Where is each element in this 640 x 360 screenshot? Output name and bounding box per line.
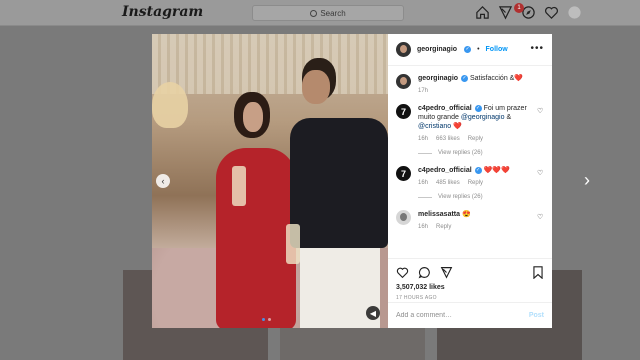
post-actions: 3,507,032 likes 17 HOURS AGO (388, 258, 552, 301)
avatar[interactable] (396, 74, 411, 89)
list-item: 7 c4pedro_official ✓ Foi um prazer muito… (396, 104, 544, 144)
like-icon[interactable] (396, 266, 409, 279)
view-replies-link[interactable]: View replies (26) (418, 150, 544, 156)
comment-username[interactable]: georginagio (418, 75, 458, 82)
heart-emoji: ❤️ (453, 123, 462, 130)
verified-icon: ✓ (474, 104, 482, 112)
comment-time: 16h (418, 224, 429, 230)
avatar[interactable]: 7 (396, 104, 411, 119)
carousel-dots (262, 318, 271, 321)
comment-text: ❤️❤️❤️ (483, 167, 510, 174)
mention-link[interactable]: @cristiano (418, 123, 451, 130)
verified-icon: ✓ (464, 46, 472, 53)
comment-username[interactable]: melissasatta (418, 211, 460, 218)
photo-lamp (152, 82, 188, 128)
mention-link[interactable]: @georginagio (461, 114, 505, 121)
heart-emoji: ❤️ (514, 75, 524, 82)
comment-input[interactable] (396, 312, 529, 319)
more-icon[interactable]: ••• (530, 44, 544, 54)
carousel-dot (262, 318, 265, 321)
carousel-dot (268, 318, 271, 321)
comment-time: 17h (418, 88, 429, 94)
add-comment-bar: Post (388, 302, 552, 328)
direct-icon[interactable] (498, 5, 513, 20)
comment-username[interactable]: c4pedro_official (418, 167, 472, 174)
comment-text: Satisfacción & (469, 75, 515, 82)
avatar[interactable] (396, 210, 411, 225)
chevron-right-icon[interactable]: › (584, 170, 590, 191)
comment-text: 😍 (461, 211, 471, 218)
mute-icon[interactable]: ◀ (366, 306, 380, 320)
view-replies-link[interactable]: View replies (26) (418, 194, 544, 200)
like-comment-icon[interactable]: ♡ (537, 107, 544, 115)
post-header: georginagio ✓ • Follow ••• (388, 34, 552, 66)
chevron-left-icon[interactable]: ‹ (156, 174, 170, 188)
save-icon[interactable] (532, 265, 544, 279)
comment-icon[interactable] (418, 266, 431, 279)
post-time: 17 HOURS AGO (396, 295, 437, 301)
comment-likes[interactable]: 485 likes (436, 179, 460, 188)
photo-glass (286, 224, 300, 264)
comment-time: 16h (418, 136, 429, 142)
separator: • (477, 46, 480, 53)
instagram-logo[interactable]: Instagram (122, 4, 203, 20)
post-media[interactable]: ‹ ◀ (152, 34, 388, 328)
comment-time: 16h (418, 180, 429, 186)
likes-count[interactable]: 3,507,032 likes (396, 284, 544, 291)
comment-username[interactable]: c4pedro_official (418, 105, 472, 112)
list-item: georginagio ✓ Satisfacción &❤️ 17h (396, 74, 544, 96)
notification-badge: 1 (514, 3, 524, 13)
search-icon (310, 9, 318, 17)
follow-button[interactable]: Follow (486, 46, 508, 53)
top-nav-bar: Instagram Search 1 (0, 0, 640, 26)
verified-icon: ✓ (461, 74, 469, 82)
reply-button[interactable]: Reply (436, 223, 451, 232)
avatar[interactable]: 7 (396, 166, 411, 181)
search-input[interactable]: Search (252, 5, 404, 21)
comment-text: & (506, 114, 512, 121)
comment-likes[interactable]: 663 likes (436, 135, 460, 144)
avatar[interactable] (396, 42, 411, 57)
post-modal: ‹ ◀ georginagio ✓ • Follow ••• georginag… (152, 34, 552, 328)
like-comment-icon[interactable]: ♡ (537, 213, 544, 221)
author-username[interactable]: georginagio (417, 46, 457, 53)
search-placeholder: Search (320, 8, 346, 18)
comments-list: georginagio ✓ Satisfacción &❤️ 17h 7 c4p… (388, 74, 552, 256)
home-icon[interactable] (475, 5, 490, 20)
list-item: melissasatta 😍 16h Reply ♡ (396, 210, 544, 232)
share-icon[interactable] (440, 266, 453, 279)
photo-glass (232, 166, 246, 206)
nav-icons (475, 5, 582, 20)
photo-man (284, 58, 388, 328)
post-sidebar: georginagio ✓ • Follow ••• georginagio ✓… (388, 34, 552, 328)
post-button[interactable]: Post (529, 312, 544, 319)
reply-button[interactable]: Reply (468, 179, 483, 188)
like-comment-icon[interactable]: ♡ (537, 169, 544, 177)
profile-icon[interactable] (567, 5, 582, 20)
verified-icon: ✓ (474, 166, 482, 174)
heart-icon[interactable] (544, 5, 559, 20)
list-item: 7 c4pedro_official ✓ ❤️❤️❤️ 16h 485 like… (396, 166, 544, 188)
reply-button[interactable]: Reply (468, 135, 483, 144)
